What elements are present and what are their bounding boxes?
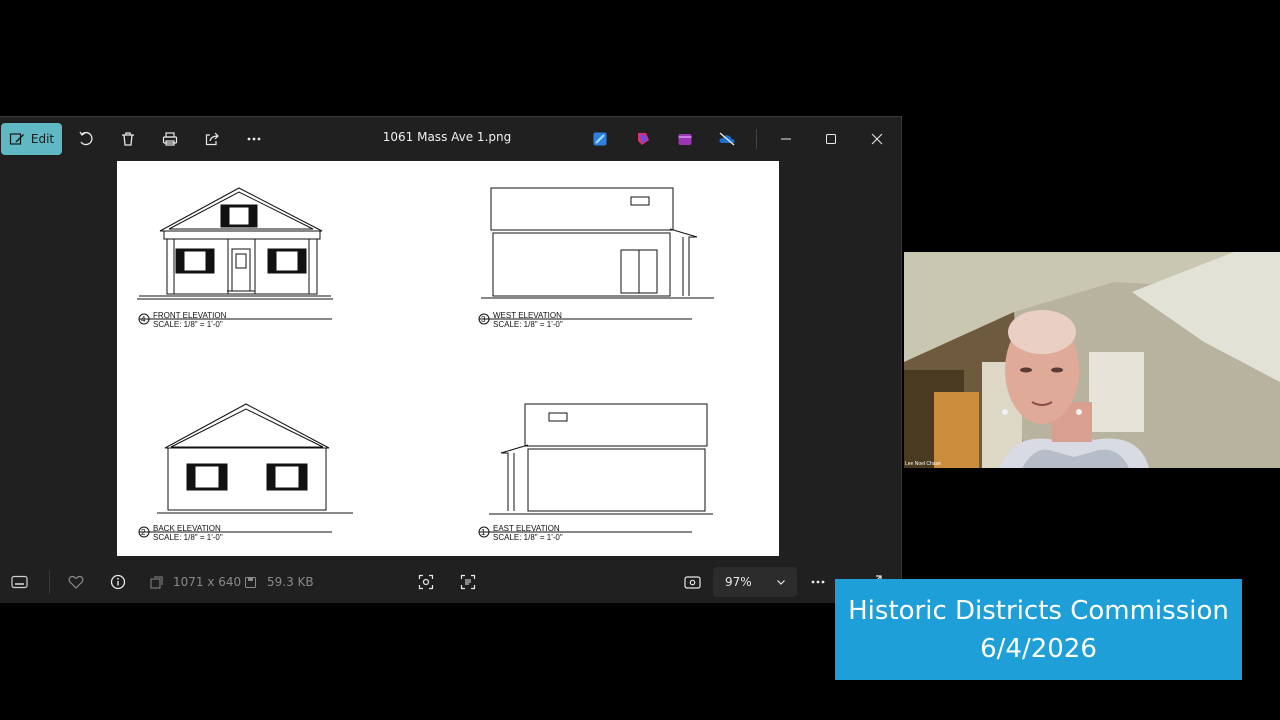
file-size-text: 59.3 KB	[267, 575, 314, 589]
rotate-icon	[79, 131, 93, 146]
chevron-down-icon	[776, 580, 785, 585]
trash-icon	[122, 132, 134, 146]
front-elevation-drawing	[137, 187, 333, 325]
resolution-icon	[150, 576, 163, 588]
maximize-button[interactable]	[816, 123, 846, 155]
copilot-button[interactable]	[628, 123, 658, 155]
west-elevation-drawing	[478, 187, 714, 325]
printer-icon	[162, 132, 178, 146]
filmstrip-toggle[interactable]	[11, 572, 28, 592]
onedrive-off-icon	[719, 132, 735, 146]
title-bar: Edit 1061 Mass Ave 1.png	[0, 117, 900, 161]
participant-name: Lee Noel Chase	[905, 461, 941, 467]
more-options-button[interactable]	[239, 123, 269, 155]
front-elevation-title: FRONT ELEVATION	[153, 311, 227, 320]
minimize-button[interactable]	[771, 123, 801, 155]
image-dimensions: 1071 x 640	[150, 572, 241, 592]
favorite-button[interactable]	[68, 572, 84, 592]
elevation-drawing: 4 FRONT ELEVATION SCALE: 1/8" = 1'-0" 3 …	[117, 161, 779, 556]
disk-icon	[245, 576, 256, 588]
participant-video: Lee Noel Chase	[904, 252, 1280, 468]
designer-app-icon	[593, 132, 607, 146]
more-view-options-button[interactable]	[810, 572, 826, 592]
share-button[interactable]	[197, 123, 227, 155]
back-elevation-scale: SCALE: 1/8" = 1'-0"	[153, 533, 223, 542]
west-elevation-scale: SCALE: 1/8" = 1'-0"	[493, 320, 563, 329]
onedrive-button[interactable]	[712, 123, 742, 155]
print-button[interactable]	[155, 123, 185, 155]
east-elevation-drawing	[478, 403, 713, 538]
heart-icon	[68, 575, 84, 589]
close-button[interactable]	[862, 123, 892, 155]
fit-screen-icon	[684, 575, 701, 589]
edit-button[interactable]: Edit	[1, 123, 62, 155]
caption-title: Historic Districts Commission	[848, 595, 1229, 626]
rotate-button[interactable]	[71, 123, 101, 155]
dimensions-text: 1071 x 640	[173, 575, 242, 589]
west-elevation-title: WEST ELEVATION	[493, 311, 562, 320]
clapper-icon	[678, 134, 692, 145]
elevation-sheet: 4 FRONT ELEVATION SCALE: 1/8" = 1'-0" 3 …	[137, 187, 714, 542]
front-elevation-scale: SCALE: 1/8" = 1'-0"	[153, 320, 223, 329]
back-elevation-number: 2	[141, 528, 146, 537]
meeting-caption: Historic Districts Commission 6/4/2026	[835, 579, 1242, 680]
text-extract-button[interactable]	[460, 572, 476, 592]
caption-date: 6/4/2026	[980, 633, 1097, 664]
clipchamp-button[interactable]	[585, 123, 615, 155]
front-elevation-number: 4	[141, 315, 146, 324]
share-icon	[205, 132, 219, 146]
minimize-icon	[781, 138, 791, 140]
scan-text-icon	[460, 574, 476, 590]
edit-icon	[9, 133, 24, 145]
east-elevation-title: EAST ELEVATION	[493, 524, 560, 533]
zoom-level: 97%	[725, 575, 752, 589]
status-bar: 1071 x 640 59.3 KB 97%	[0, 561, 900, 603]
file-info-button[interactable]	[110, 572, 126, 592]
window-title: 1061 Mass Ave 1.png	[382, 130, 512, 144]
east-elevation-scale: SCALE: 1/8" = 1'-0"	[493, 533, 563, 542]
edit-label: Edit	[30, 132, 55, 146]
maximize-icon	[826, 134, 836, 144]
fit-to-window-button[interactable]	[684, 572, 701, 592]
copilot-icon	[638, 133, 649, 145]
back-elevation-drawing	[138, 403, 353, 538]
status-divider	[49, 570, 50, 594]
visual-search-icon	[418, 574, 434, 590]
close-icon	[871, 133, 883, 145]
more-icon	[247, 137, 261, 141]
webcam-frame	[904, 252, 1280, 468]
info-icon	[110, 574, 126, 590]
more-icon	[811, 580, 825, 584]
video-editor-button[interactable]	[670, 123, 700, 155]
zoom-dropdown[interactable]: 97%	[713, 567, 797, 597]
delete-button[interactable]	[113, 123, 143, 155]
east-elevation-number: 1	[481, 528, 486, 537]
file-size: 59.3 KB	[244, 572, 314, 592]
back-elevation-title: BACK ELEVATION	[153, 524, 221, 533]
filmstrip-icon	[11, 575, 28, 589]
toolbar-divider	[756, 129, 757, 149]
visual-search-button[interactable]	[418, 572, 434, 592]
west-elevation-number: 3	[481, 315, 486, 324]
